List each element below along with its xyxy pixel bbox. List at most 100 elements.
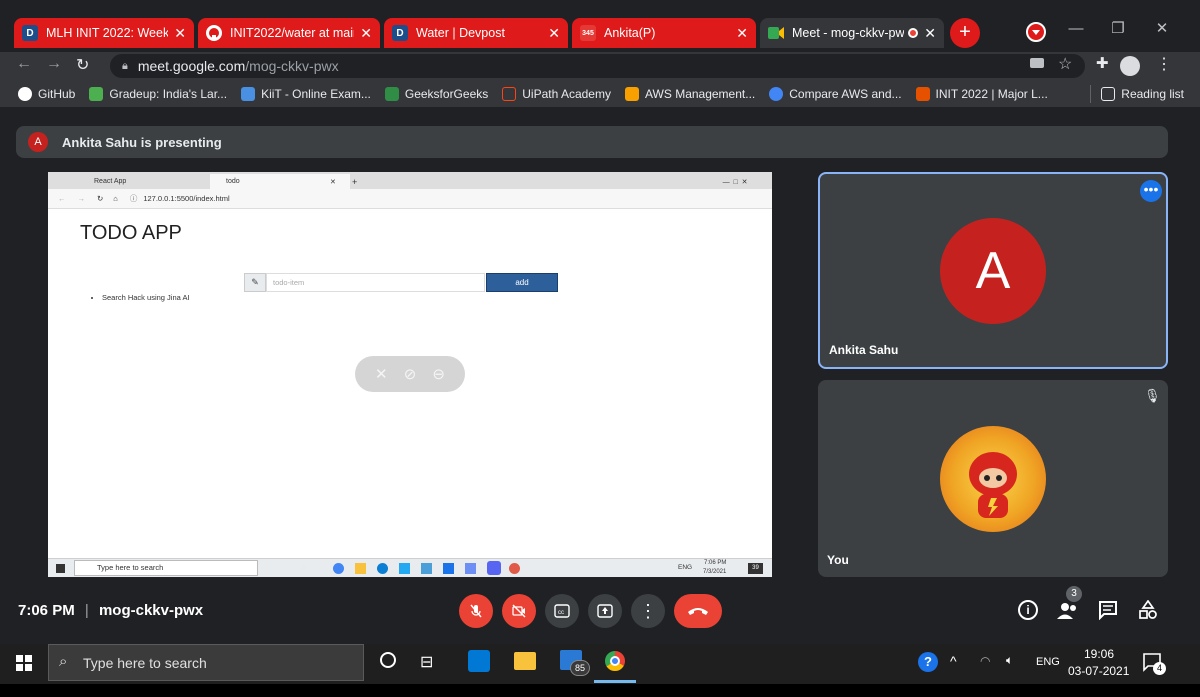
- add-button[interactable]: add: [486, 273, 558, 292]
- task-view-icon[interactable]: ⊟: [420, 652, 433, 672]
- extensions-icon[interactable]: ✚: [1096, 54, 1109, 72]
- help-icon[interactable]: ?: [918, 652, 938, 672]
- minimize-icon[interactable]: —: [1056, 14, 1096, 44]
- bookmark-label: AWS Management...: [644, 86, 756, 101]
- reload-icon[interactable]: ↻: [76, 55, 89, 75]
- inner-chrome-icon[interactable]: [333, 563, 344, 574]
- inner-home-icon[interactable]: ⌂: [113, 194, 118, 203]
- meeting-details-icon[interactable]: i: [1018, 600, 1038, 620]
- tab-google-meet[interactable]: Meet - mog-ckkv-pw ✕: [760, 18, 944, 48]
- account-avatar-icon[interactable]: [1120, 56, 1140, 76]
- inner-forward-icon[interactable]: →: [78, 194, 86, 203]
- reading-list-button[interactable]: Reading list: [1101, 86, 1184, 101]
- windows-start-icon[interactable]: [16, 655, 32, 671]
- inner-address-bar[interactable]: ← → ↻ ⌂ ⓘ 127.0.0.1:5500/index.html: [48, 189, 772, 209]
- inner-vscode-icon[interactable]: [399, 563, 410, 574]
- inner-back-icon[interactable]: ←: [58, 194, 66, 203]
- tab-mlh-init[interactable]: D MLH INIT 2022: Weekend ✕: [14, 18, 194, 48]
- participant-tile-ankita[interactable]: ••• A Ankita Sahu: [818, 172, 1168, 369]
- cortana-icon[interactable]: [380, 652, 396, 668]
- bookmark-init2022[interactable]: INIT 2022 | Major L...: [915, 86, 1048, 101]
- tab-devpost-water[interactable]: D Water | Devpost ✕: [384, 18, 568, 48]
- inner-edge-icon[interactable]: [377, 563, 388, 574]
- bookmark-github[interactable]: GitHub: [18, 86, 75, 101]
- inner-lang: ENG: [678, 564, 693, 571]
- inner-windows-icon[interactable]: [56, 564, 65, 573]
- restore-icon[interactable]: ❐: [1098, 14, 1138, 44]
- inner-notification-icon[interactable]: 39: [748, 563, 763, 574]
- close-tab-icon[interactable]: ✕: [174, 25, 186, 42]
- wifi-icon[interactable]: ◠: [980, 654, 990, 668]
- tab-github-water[interactable]: INIT2022/water at main · i ✕: [198, 18, 380, 48]
- mail-badge: 85: [570, 660, 590, 676]
- inner-app-icon[interactable]: [421, 563, 432, 574]
- store-icon[interactable]: [468, 650, 490, 672]
- chrome-menu-icon[interactable]: ⋮: [1156, 54, 1172, 74]
- close-window-icon[interactable]: ✕: [1142, 14, 1182, 44]
- inner-word-icon[interactable]: [465, 563, 476, 574]
- tab-ankita-whatsapp[interactable]: 345 Ankita(P) ✕: [572, 18, 756, 48]
- clock-time[interactable]: 19:06: [1084, 647, 1114, 661]
- participant-name: You: [827, 553, 849, 567]
- close-tab-icon[interactable]: ✕: [736, 25, 748, 42]
- bookmark-gradeup[interactable]: Gradeup: India's Lar...: [89, 86, 227, 101]
- inner-tab-react-app[interactable]: React App: [78, 174, 208, 189]
- pin-off-icon[interactable]: ✕: [375, 365, 388, 383]
- bookmark-star-icon[interactable]: ☆: [1058, 54, 1072, 74]
- close-tab-icon[interactable]: ✕: [924, 25, 936, 42]
- present-now-button[interactable]: [588, 594, 622, 628]
- mic-toggle-button[interactable]: [459, 594, 493, 628]
- mute-icon[interactable]: ⊘: [404, 365, 417, 383]
- inner-reload-icon[interactable]: ↻: [97, 194, 103, 203]
- inner-task-view-icon[interactable]: ⊞: [300, 562, 308, 573]
- todo-input[interactable]: todo-item: [266, 273, 485, 292]
- mic-off-icon: [470, 604, 482, 618]
- inner-close-icon[interactable]: ✕: [330, 174, 342, 189]
- pencil-icon: ✎: [244, 273, 266, 292]
- bookmark-geeksforgeeks[interactable]: GeeksforGeeks: [384, 86, 488, 101]
- search-icon: ⌕: [59, 653, 68, 670]
- bookmark-compare-aws[interactable]: Compare AWS and...: [769, 86, 902, 101]
- close-tab-icon[interactable]: ✕: [360, 25, 372, 42]
- chevron-up-icon[interactable]: ^: [950, 653, 957, 669]
- chat-button[interactable]: [1098, 600, 1118, 621]
- taskbar-search[interactable]: ⌕ Type here to search: [48, 644, 364, 681]
- new-tab-button[interactable]: +: [950, 18, 980, 48]
- inner-tab-title: React App: [94, 178, 127, 185]
- bookmark-uipath[interactable]: UiPath Academy: [502, 86, 611, 101]
- camera-toggle-button[interactable]: [502, 594, 536, 628]
- activities-button[interactable]: [1138, 599, 1158, 620]
- meeting-time: 7:06 PM: [18, 602, 75, 619]
- camera-icon[interactable]: [1030, 58, 1044, 68]
- chrome-taskbar-icon[interactable]: [604, 650, 626, 672]
- more-options-button[interactable]: ⋮: [631, 594, 665, 628]
- address-bar[interactable]: 🔒︎ meet.google.com /mog-ckkv-pwx: [110, 54, 1085, 78]
- language-indicator[interactable]: ENG: [1036, 656, 1060, 668]
- inner-tab-todo[interactable]: todo: [210, 174, 350, 189]
- inner-discord-icon[interactable]: [487, 561, 501, 575]
- leave-call-button[interactable]: [674, 594, 722, 628]
- inner-new-tab-icon[interactable]: +: [352, 174, 364, 189]
- profile-icon[interactable]: [1026, 22, 1046, 42]
- forward-icon[interactable]: →: [46, 55, 62, 73]
- bookmark-kiit[interactable]: KiiT - Online Exam...: [241, 86, 371, 101]
- inner-photos-icon[interactable]: [443, 563, 454, 574]
- file-explorer-icon[interactable]: [514, 652, 536, 670]
- inner-cortana-icon[interactable]: ○: [280, 562, 285, 572]
- inner-taskbar-search[interactable]: Type here to search: [74, 560, 258, 576]
- back-icon[interactable]: ←: [16, 55, 32, 73]
- more-options-icon[interactable]: •••: [1140, 180, 1162, 202]
- inner-window-controls[interactable]: — □ ✕: [698, 174, 772, 189]
- participant-tile-you[interactable]: 🎙︎ You: [818, 380, 1168, 577]
- captions-button[interactable]: cc: [545, 594, 579, 628]
- inner-explorer-icon[interactable]: [355, 563, 366, 574]
- devpost-icon: D: [392, 25, 408, 41]
- close-tab-icon[interactable]: ✕: [548, 25, 560, 42]
- clock-date[interactable]: 03-07-2021: [1068, 664, 1129, 678]
- remove-icon[interactable]: ⊖: [432, 365, 445, 383]
- github-icon: [18, 86, 32, 101]
- inner-app-icon-2[interactable]: [509, 563, 520, 574]
- bookmark-aws[interactable]: AWS Management...: [624, 86, 756, 101]
- volume-icon[interactable]: 🔈︎: [1006, 653, 1013, 668]
- uipath-icon: [502, 86, 517, 101]
